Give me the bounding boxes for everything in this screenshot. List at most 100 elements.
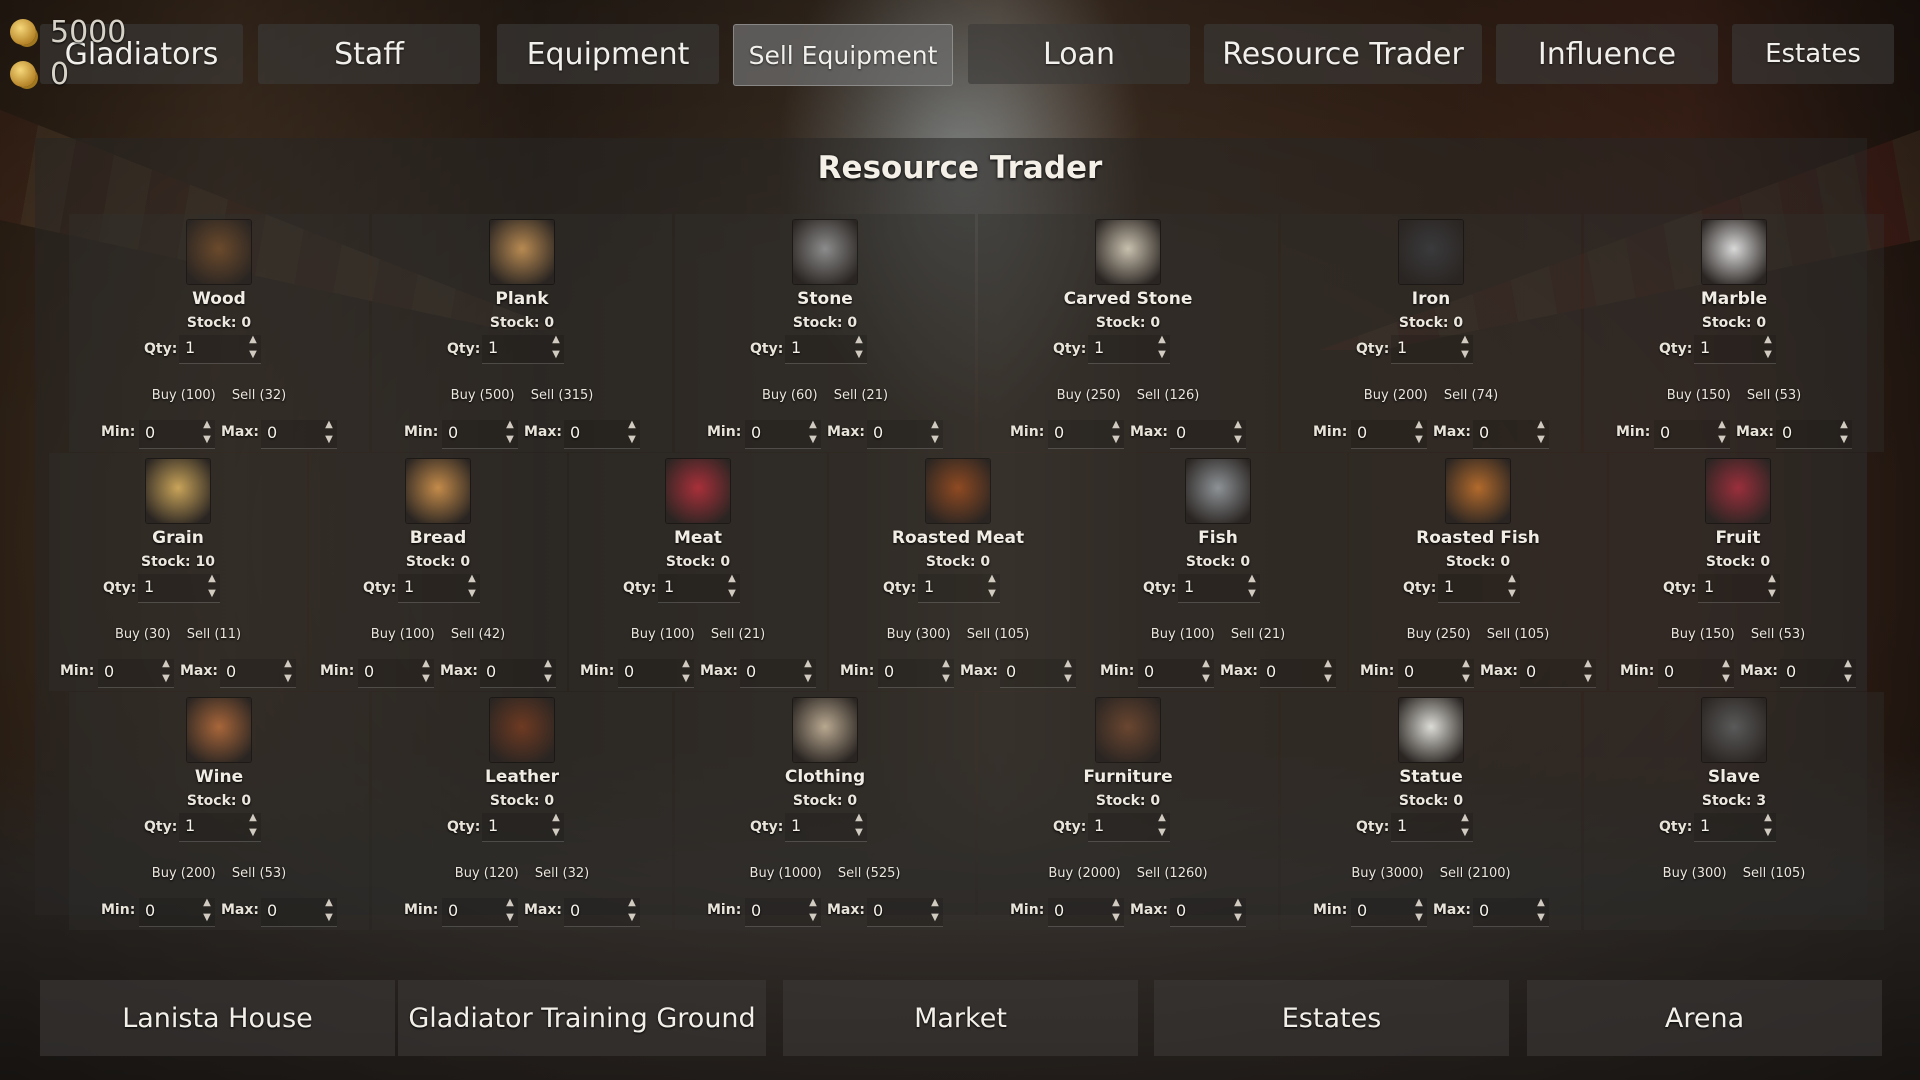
- sell-button[interactable]: Sell (105): [1743, 866, 1806, 881]
- chevron-down-icon[interactable]: ▼: [807, 911, 819, 925]
- chevron-down-icon[interactable]: ▼: [1110, 433, 1122, 447]
- max-input[interactable]: 0 ▲ ▼: [1520, 658, 1596, 688]
- chevron-up-icon[interactable]: ▲: [853, 811, 865, 825]
- sell-button[interactable]: Sell (105): [1487, 627, 1550, 642]
- chevron-down-icon[interactable]: ▼: [1582, 672, 1594, 686]
- buy-button[interactable]: Buy (150): [1671, 627, 1735, 642]
- chevron-up-icon[interactable]: ▲: [1200, 657, 1212, 671]
- chevron-up-icon[interactable]: ▲: [323, 418, 335, 432]
- min-input[interactable]: 0 ▲ ▼: [1351, 418, 1427, 449]
- chevron-up-icon[interactable]: ▲: [802, 657, 814, 671]
- chevron-up-icon[interactable]: ▲: [1232, 418, 1244, 432]
- buy-button[interactable]: Buy (200): [1364, 388, 1428, 403]
- max-input[interactable]: 0 ▲ ▼: [564, 418, 640, 449]
- chevron-up-icon[interactable]: ▲: [1460, 657, 1472, 671]
- sell-button[interactable]: Sell (2100): [1440, 866, 1511, 881]
- chevron-down-icon[interactable]: ▼: [201, 433, 213, 447]
- chevron-down-icon[interactable]: ▼: [807, 433, 819, 447]
- chevron-up-icon[interactable]: ▲: [1156, 811, 1168, 825]
- chevron-down-icon[interactable]: ▼: [1062, 672, 1074, 686]
- chevron-up-icon[interactable]: ▲: [626, 418, 638, 432]
- sell-button[interactable]: Sell (105): [967, 627, 1030, 642]
- chevron-down-icon[interactable]: ▼: [1720, 672, 1732, 686]
- chevron-up-icon[interactable]: ▲: [940, 657, 952, 671]
- sell-button[interactable]: Sell (525): [838, 866, 901, 881]
- chevron-up-icon[interactable]: ▲: [247, 811, 259, 825]
- buy-button[interactable]: Buy (100): [1151, 627, 1215, 642]
- chevron-up-icon[interactable]: ▲: [1716, 418, 1728, 432]
- buy-button[interactable]: Buy (1000): [750, 866, 822, 881]
- chevron-down-icon[interactable]: ▼: [1413, 433, 1425, 447]
- qty-input[interactable]: 1 ▲ ▼: [1088, 811, 1170, 842]
- chevron-down-icon[interactable]: ▼: [726, 587, 738, 601]
- chevron-down-icon[interactable]: ▼: [1156, 348, 1168, 362]
- chevron-down-icon[interactable]: ▼: [247, 826, 259, 840]
- chevron-down-icon[interactable]: ▼: [853, 826, 865, 840]
- chevron-up-icon[interactable]: ▲: [1762, 333, 1774, 347]
- min-input[interactable]: 0 ▲ ▼: [1658, 658, 1734, 688]
- min-input[interactable]: 0 ▲ ▼: [745, 419, 821, 449]
- chevron-up-icon[interactable]: ▲: [1459, 811, 1471, 825]
- buy-button[interactable]: Buy (120): [455, 866, 519, 881]
- chevron-down-icon[interactable]: ▼: [201, 911, 213, 925]
- qty-input[interactable]: 1 ▲ ▼: [1698, 573, 1780, 603]
- min-input[interactable]: 0 ▲ ▼: [442, 896, 518, 927]
- qty-input[interactable]: 1 ▲ ▼: [179, 334, 261, 364]
- buy-button[interactable]: Buy (250): [1057, 388, 1121, 403]
- chevron-up-icon[interactable]: ▲: [1838, 418, 1850, 432]
- chevron-up-icon[interactable]: ▲: [201, 896, 213, 910]
- chevron-down-icon[interactable]: ▼: [680, 672, 692, 686]
- tab-sell-equipment[interactable]: Sell Equipment: [733, 24, 953, 86]
- sell-button[interactable]: Sell (32): [535, 866, 589, 881]
- chevron-down-icon[interactable]: ▼: [550, 826, 562, 840]
- buy-button[interactable]: Buy (250): [1407, 627, 1471, 642]
- chevron-up-icon[interactable]: ▲: [1535, 418, 1547, 432]
- sell-button[interactable]: Sell (1260): [1137, 866, 1208, 881]
- chevron-down-icon[interactable]: ▼: [1459, 826, 1471, 840]
- chevron-down-icon[interactable]: ▼: [1200, 672, 1212, 686]
- chevron-up-icon[interactable]: ▲: [1110, 896, 1122, 910]
- min-input[interactable]: 0 ▲ ▼: [98, 658, 174, 688]
- chevron-up-icon[interactable]: ▲: [1413, 418, 1425, 432]
- chevron-down-icon[interactable]: ▼: [626, 433, 638, 447]
- qty-input[interactable]: 1 ▲ ▼: [785, 333, 867, 364]
- max-input[interactable]: 0 ▲ ▼: [220, 657, 296, 688]
- chevron-down-icon[interactable]: ▼: [1156, 826, 1168, 840]
- chevron-up-icon[interactable]: ▲: [626, 896, 638, 910]
- chevron-up-icon[interactable]: ▲: [853, 333, 865, 347]
- chevron-down-icon[interactable]: ▼: [282, 672, 294, 686]
- tab-influence[interactable]: Influence: [1496, 24, 1718, 84]
- chevron-up-icon[interactable]: ▲: [504, 418, 516, 432]
- chevron-down-icon[interactable]: ▼: [1246, 587, 1258, 601]
- qty-input[interactable]: 1 ▲ ▼: [1088, 333, 1170, 364]
- chevron-down-icon[interactable]: ▼: [1460, 672, 1472, 686]
- chevron-up-icon[interactable]: ▲: [807, 896, 819, 910]
- chevron-down-icon[interactable]: ▼: [1232, 911, 1244, 925]
- min-input[interactable]: 0 ▲ ▼: [1654, 418, 1730, 449]
- chevron-up-icon[interactable]: ▲: [1156, 333, 1168, 347]
- chevron-up-icon[interactable]: ▲: [282, 657, 294, 671]
- chevron-up-icon[interactable]: ▲: [1506, 572, 1518, 586]
- chevron-down-icon[interactable]: ▼: [247, 348, 259, 362]
- nav-estates[interactable]: Estates: [1154, 980, 1509, 1056]
- sell-button[interactable]: Sell (11): [187, 627, 241, 642]
- buy-button[interactable]: Buy (30): [115, 627, 171, 642]
- min-input[interactable]: 0 ▲ ▼: [139, 896, 215, 927]
- chevron-down-icon[interactable]: ▼: [323, 911, 335, 925]
- buy-button[interactable]: Buy (100): [152, 388, 216, 403]
- sell-button[interactable]: Sell (32): [232, 388, 286, 403]
- sell-button[interactable]: Sell (53): [1747, 388, 1801, 403]
- chevron-down-icon[interactable]: ▼: [1535, 911, 1547, 925]
- chevron-up-icon[interactable]: ▲: [1535, 896, 1547, 910]
- max-input[interactable]: 0 ▲ ▼: [261, 897, 337, 927]
- qty-input[interactable]: 1 ▲ ▼: [658, 573, 740, 603]
- chevron-up-icon[interactable]: ▲: [504, 896, 516, 910]
- chevron-down-icon[interactable]: ▼: [940, 672, 952, 686]
- buy-button[interactable]: Buy (150): [1667, 388, 1731, 403]
- min-input[interactable]: 0 ▲ ▼: [1398, 657, 1474, 688]
- chevron-down-icon[interactable]: ▼: [323, 433, 335, 447]
- chevron-up-icon[interactable]: ▲: [542, 657, 554, 671]
- buy-button[interactable]: Buy (100): [371, 627, 435, 642]
- nav-market[interactable]: Market: [783, 980, 1138, 1056]
- chevron-down-icon[interactable]: ▼: [1110, 911, 1122, 925]
